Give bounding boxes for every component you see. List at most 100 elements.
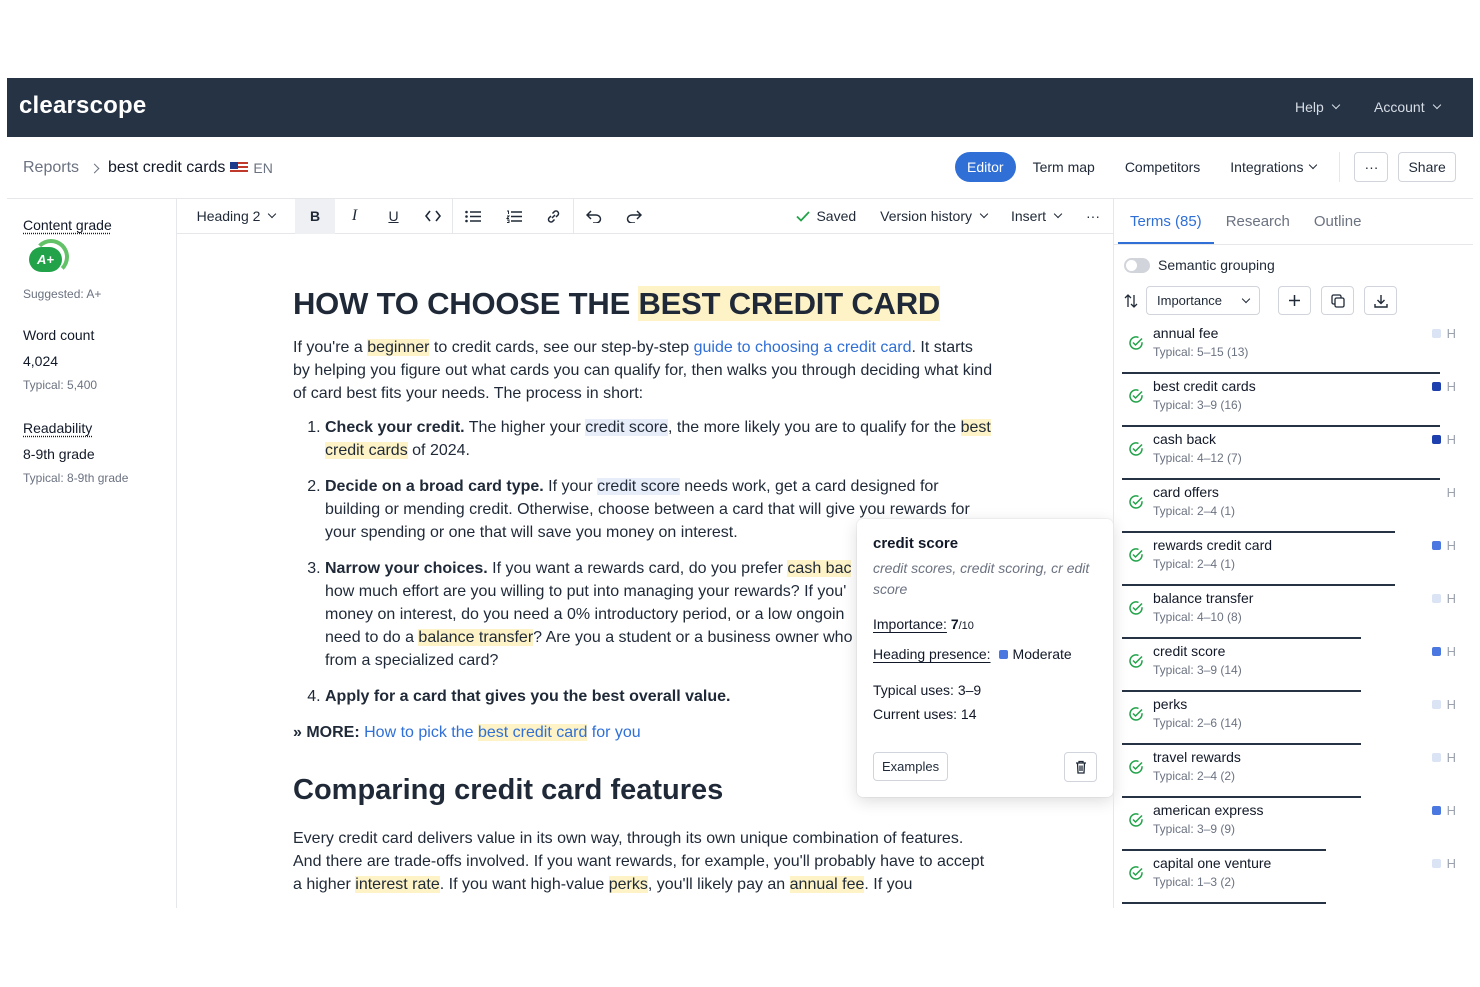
plus-icon: [1289, 295, 1300, 306]
download-icon: [1373, 294, 1388, 308]
tab-research[interactable]: Research: [1214, 213, 1302, 244]
check-circle-icon: [1129, 336, 1143, 350]
undo-button[interactable]: [574, 199, 614, 234]
insert-menu[interactable]: Insert: [999, 199, 1073, 234]
italic-button[interactable]: I: [335, 199, 374, 234]
term-row[interactable]: rewards credit card Typical: 2–4 (1) H: [1122, 533, 1468, 586]
bold-button[interactable]: B: [295, 198, 335, 234]
h1-term-highlight[interactable]: BEST CREDIT CARD: [638, 286, 940, 321]
heading-presence-square: [1431, 594, 1441, 603]
account-menu[interactable]: Account: [1374, 99, 1441, 115]
saved-label: Saved: [816, 208, 857, 224]
chevron-down-icon: [1053, 209, 1063, 219]
metrics-sidebar: Content grade A+ Suggested: A+ Word coun…: [7, 199, 177, 908]
heading-marker: H: [1431, 432, 1456, 447]
heading-marker: H: [1431, 697, 1456, 712]
more-link[interactable]: How to pick the best credit card for you: [360, 724, 641, 741]
view-tabs: Editor Term map Competitors Integrations…: [955, 152, 1456, 182]
check-circle-icon: [1129, 760, 1143, 774]
copy-terms-button[interactable]: [1321, 286, 1354, 315]
tab-outline[interactable]: Outline: [1302, 213, 1374, 244]
more-button[interactable]: ···: [1354, 152, 1389, 182]
heading-marker: H: [1431, 538, 1456, 553]
save-status: Saved: [796, 199, 868, 234]
guide-link[interactable]: guide to choosing a credit card: [694, 339, 912, 356]
term-highlight[interactable]: beginner: [367, 339, 430, 356]
sub-bar: Reports best credit cards EN Editor Term…: [7, 137, 1473, 199]
term-row[interactable]: cash back Typical: 4–12 (7) H: [1122, 427, 1468, 480]
share-button[interactable]: Share: [1398, 152, 1456, 182]
term-row[interactable]: best credit cards Typical: 3–9 (16) H: [1122, 374, 1468, 427]
tab-terms[interactable]: Terms (85): [1118, 213, 1214, 244]
breadcrumb-reports[interactable]: Reports: [23, 159, 79, 177]
download-terms-button[interactable]: [1364, 286, 1397, 315]
sort-icon[interactable]: [1124, 293, 1138, 308]
term-row[interactable]: card offers Typical: 2–4 (1) H: [1122, 480, 1468, 533]
term-highlight[interactable]: annual fee: [789, 876, 865, 893]
check-circle-icon: [1129, 866, 1143, 880]
bullet-list-button[interactable]: [453, 199, 493, 234]
more-link-text: How to pick the: [359, 724, 478, 741]
term-typical: Typical: 3–9 (16): [1153, 398, 1242, 412]
term-row[interactable]: american express Typical: 3–9 (9) H: [1122, 798, 1468, 851]
code-button[interactable]: [413, 199, 452, 234]
term-typical: Typical: 2–6 (14): [1153, 716, 1242, 730]
term-row[interactable]: capital one venture Typical: 1–3 (2) H: [1122, 851, 1468, 904]
step-title: Check your credit.: [325, 419, 465, 436]
underline-button[interactable]: U: [374, 199, 413, 234]
term-row[interactable]: annual fee Typical: 5–15 (13) H: [1122, 321, 1468, 374]
tab-competitors[interactable]: Competitors: [1112, 152, 1213, 182]
heading-presence-square: [1431, 329, 1441, 338]
examples-button[interactable]: Examples: [873, 752, 949, 781]
term-highlight-active[interactable]: credit score: [585, 419, 668, 436]
toolbar-more-button[interactable]: ···: [1073, 199, 1113, 234]
heading-marker-label: H: [1446, 644, 1456, 659]
heading-marker: H: [1431, 644, 1456, 659]
step-text: money on interest, do you need a 0% intr…: [325, 606, 845, 623]
importance-max: /10: [958, 620, 974, 632]
check-circle-icon: [1129, 442, 1143, 456]
tab-editor[interactable]: Editor: [955, 152, 1016, 182]
readability-title: Readability: [23, 420, 93, 436]
semantic-grouping-toggle[interactable]: [1124, 257, 1150, 273]
term-row[interactable]: balance transfer Typical: 4–10 (8) H: [1122, 586, 1468, 639]
term-highlight[interactable]: interest rate: [355, 876, 440, 893]
us-flag-icon: [230, 162, 249, 174]
help-menu[interactable]: Help: [1295, 99, 1341, 115]
insert-label: Insert: [1010, 208, 1046, 224]
tab-term-map[interactable]: Term map: [1020, 152, 1108, 182]
italic-icon: I: [351, 207, 358, 224]
more-label: » MORE:: [293, 724, 360, 741]
term-typical: Typical: 1–3 (2): [1153, 875, 1236, 889]
term-row[interactable]: perks Typical: 2–6 (14) H: [1122, 692, 1468, 745]
tab-competitors-label: Competitors: [1124, 159, 1201, 175]
delete-term-button[interactable]: [1064, 752, 1097, 782]
tab-integrations[interactable]: Integrations: [1217, 152, 1329, 182]
sort-select[interactable]: Importance: [1146, 286, 1260, 315]
block-style-select[interactable]: Heading 2: [177, 199, 295, 234]
step-title: Apply for a card that gives you the best…: [325, 688, 731, 705]
term-name: american express: [1153, 802, 1264, 818]
step-text: , the more likely you are to qualify for…: [667, 419, 961, 436]
term-row[interactable]: credit score Typical: 3–9 (14) H: [1122, 639, 1468, 692]
term-highlight[interactable]: perks: [608, 876, 648, 893]
version-history-menu[interactable]: Version history: [868, 199, 999, 234]
term-highlight[interactable]: cash bac: [787, 560, 852, 577]
numbered-list-button[interactable]: [493, 199, 534, 234]
add-term-button[interactable]: [1278, 286, 1311, 315]
link-button[interactable]: [534, 199, 573, 234]
heading-marker: H: [1431, 856, 1456, 871]
heading-marker-label: H: [1446, 697, 1456, 712]
term-highlight-active[interactable]: credit score: [597, 478, 680, 495]
term-typical: Typical: 4–10 (8): [1153, 610, 1242, 624]
panel-tabs: Terms (85) Research Outline: [1114, 199, 1473, 245]
term-highlight[interactable]: best credit card: [477, 724, 588, 741]
term-name: credit score: [1153, 643, 1226, 659]
heading-marker-label: H: [1446, 591, 1456, 606]
term-highlight[interactable]: balance transfer: [418, 629, 534, 646]
term-row[interactable]: travel rewards Typical: 2–4 (2) H: [1122, 745, 1468, 798]
chevron-down-icon: [1331, 100, 1341, 110]
heading-marker-label: H: [1446, 485, 1456, 500]
chevron-down-icon: [1309, 160, 1318, 170]
redo-button[interactable]: [614, 199, 653, 234]
